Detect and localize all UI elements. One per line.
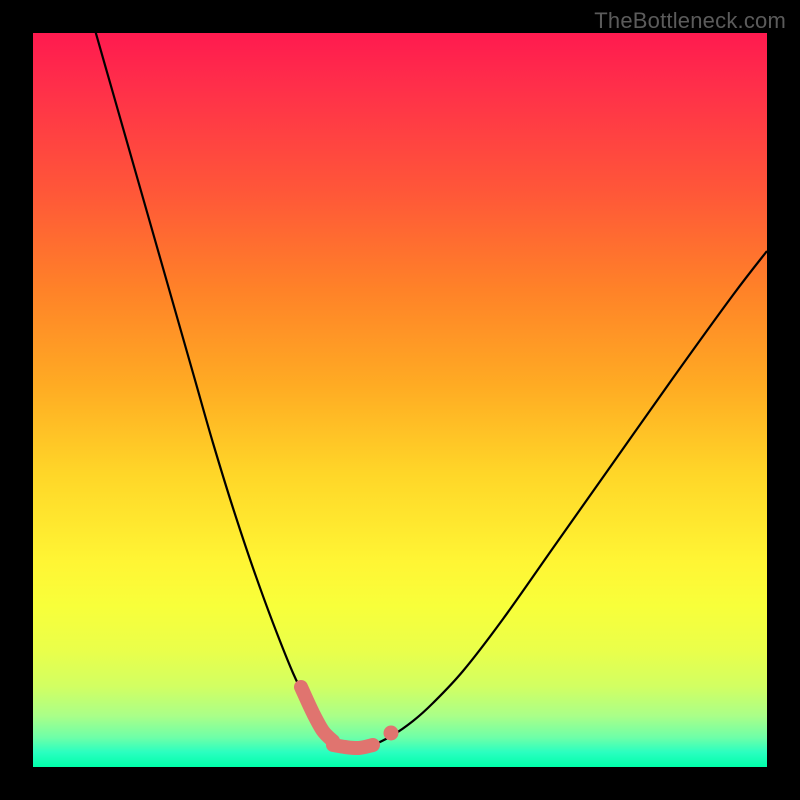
curve-svg bbox=[33, 33, 767, 767]
bottleneck-curve bbox=[93, 33, 767, 748]
plot-area bbox=[33, 33, 767, 767]
marker-right-dot bbox=[384, 726, 399, 741]
marker-left-segment bbox=[301, 687, 333, 741]
chart-frame: TheBottleneck.com bbox=[0, 0, 800, 800]
attribution-text: TheBottleneck.com bbox=[594, 8, 786, 34]
marker-bottom-segment bbox=[333, 745, 373, 748]
